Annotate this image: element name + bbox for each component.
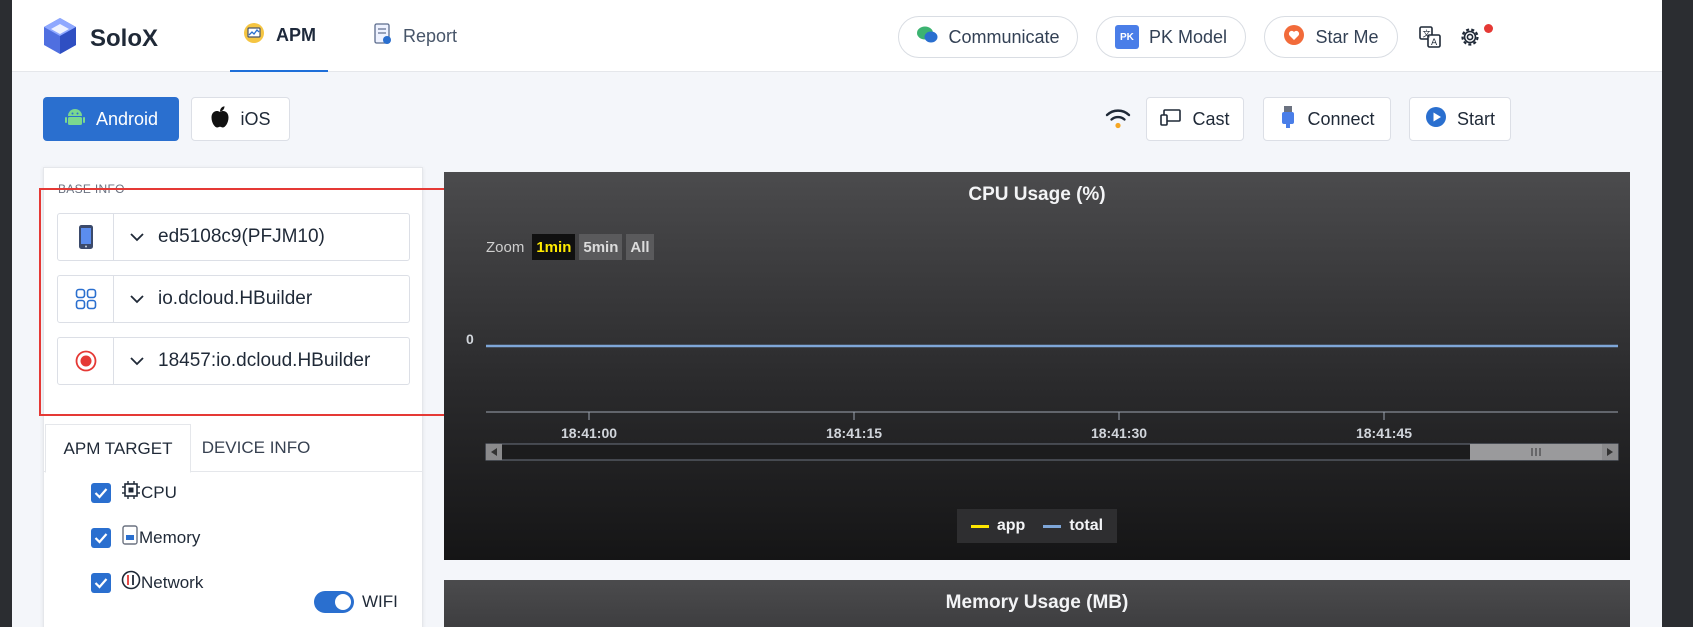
- logo[interactable]: SoloX: [42, 16, 158, 61]
- tab-report[interactable]: Report: [367, 0, 463, 72]
- svg-text:文: 文: [1423, 29, 1431, 39]
- panel-tabs: APM TARGET DEVICE INFO: [44, 424, 422, 473]
- cast-button[interactable]: Cast: [1146, 97, 1244, 141]
- start-button[interactable]: Start: [1409, 97, 1511, 141]
- cpu-chip-icon: [121, 480, 141, 505]
- ios-label: iOS: [240, 108, 271, 129]
- network-label: Network: [141, 572, 204, 592]
- connect-label: Connect: [1307, 108, 1375, 129]
- memory-icon: [121, 525, 139, 550]
- legend-label-app: app: [996, 517, 1026, 534]
- pk-model-label: PK Model: [1148, 26, 1228, 47]
- process-value: 18457:io.dcloud.HBuilder: [158, 350, 371, 371]
- wifi-toggle-label: WIFI: [362, 592, 398, 611]
- apps-grid-icon: [58, 276, 114, 322]
- legend-swatch-app: [970, 524, 989, 528]
- memory-chart: Memory Usage (MB): [444, 580, 1630, 627]
- checkbox-checked-icon[interactable]: [91, 482, 111, 503]
- app-window: SoloX APM Report Communicate PK PK Model…: [12, 0, 1662, 627]
- legend-item-total[interactable]: total: [1043, 517, 1103, 535]
- base-info-label: BASE INFO: [58, 182, 125, 196]
- cast-label: Cast: [1192, 108, 1230, 129]
- tab-device-info[interactable]: DEVICE INFO: [192, 424, 320, 472]
- record-icon: [58, 338, 114, 384]
- cast-icon: [1160, 108, 1182, 131]
- chevron-down-icon: [130, 232, 144, 242]
- chat-icon: [916, 25, 938, 50]
- communicate-label: Communicate: [948, 26, 1060, 47]
- star-me-button[interactable]: Star Me: [1264, 16, 1398, 58]
- pk-icon: PK: [1114, 25, 1139, 49]
- x-tick-label: 18:41:30: [1091, 425, 1147, 441]
- ios-button[interactable]: iOS: [191, 97, 290, 141]
- star-me-label: Star Me: [1315, 26, 1379, 47]
- phone-icon: [58, 214, 114, 260]
- legend-item-app[interactable]: app: [970, 517, 1026, 535]
- legend-swatch-total: [1043, 524, 1062, 528]
- wifi-toggle[interactable]: WIFI: [314, 591, 398, 613]
- android-icon: [64, 106, 86, 133]
- device-value: ed5108c9(PFJM10): [158, 226, 325, 247]
- heart-icon: [1283, 24, 1305, 51]
- x-tick-label: 18:41:00: [561, 425, 617, 441]
- x-tick-label: 18:41:45: [1356, 425, 1412, 441]
- target-cpu[interactable]: CPU: [91, 480, 177, 505]
- chart-legend: app total: [957, 509, 1117, 543]
- checkbox-checked-icon[interactable]: [91, 527, 111, 548]
- apple-icon: [210, 105, 230, 134]
- settings-gear-icon[interactable]: [1457, 24, 1483, 50]
- solox-cube-icon: [42, 16, 78, 61]
- top-header: SoloX APM Report Communicate PK PK Model…: [12, 0, 1662, 72]
- translate-icon[interactable]: 文 A: [1417, 24, 1443, 50]
- communicate-button[interactable]: Communicate: [898, 16, 1078, 58]
- pk-model-button[interactable]: PK PK Model: [1096, 16, 1246, 58]
- target-memory[interactable]: Memory: [91, 525, 200, 550]
- device-select[interactable]: ed5108c9(PFJM10): [57, 213, 410, 261]
- tab-apm-target[interactable]: APM TARGET: [45, 424, 191, 473]
- memory-label: Memory: [139, 527, 201, 547]
- notification-dot: [1484, 24, 1493, 33]
- memory-chart-title: Memory Usage (MB): [945, 592, 1129, 613]
- package-select[interactable]: io.dcloud.HBuilder: [57, 275, 410, 323]
- target-network[interactable]: Network: [91, 570, 203, 595]
- scrollbar-track: [485, 443, 1619, 461]
- checkbox-checked-icon[interactable]: [91, 572, 111, 593]
- chevron-down-icon: [130, 294, 144, 304]
- cpu-chart: CPU Usage (%) Zoom 1min 5min All 0 18:41:…: [444, 172, 1630, 560]
- apm-icon: [242, 21, 266, 50]
- android-button[interactable]: Android: [43, 97, 179, 141]
- usb-icon: [1279, 105, 1297, 134]
- tab-apm-label: APM: [276, 24, 316, 45]
- play-icon: [1425, 106, 1447, 133]
- y-tick-label: 0: [466, 331, 474, 347]
- x-tick-label: 18:41:15: [826, 425, 882, 441]
- process-select[interactable]: 18457:io.dcloud.HBuilder: [57, 337, 410, 385]
- tab-report-label: Report: [402, 25, 458, 46]
- tab-apm[interactable]: APM: [230, 0, 328, 72]
- report-icon: [373, 22, 393, 51]
- cpu-plot: 0 18:41:00 18:41:15 18:41:30 18:41:45: [466, 331, 1619, 461]
- svg-text:A: A: [1431, 38, 1438, 48]
- wifi-icon[interactable]: [1104, 106, 1132, 132]
- legend-label-total: total: [1069, 517, 1104, 534]
- toggle-switch[interactable]: [314, 591, 354, 613]
- start-label: Start: [1456, 108, 1495, 129]
- network-icon: [121, 570, 141, 595]
- connect-button[interactable]: Connect: [1263, 97, 1391, 141]
- android-label: Android: [95, 108, 159, 129]
- chevron-down-icon: [130, 356, 144, 366]
- device-panel: BASE INFO ed5108c9(PFJM10) io.dcloud.HBu…: [43, 167, 423, 627]
- package-value: io.dcloud.HBuilder: [158, 288, 313, 309]
- cpu-label: CPU: [141, 482, 177, 502]
- app-name: SoloX: [90, 24, 159, 52]
